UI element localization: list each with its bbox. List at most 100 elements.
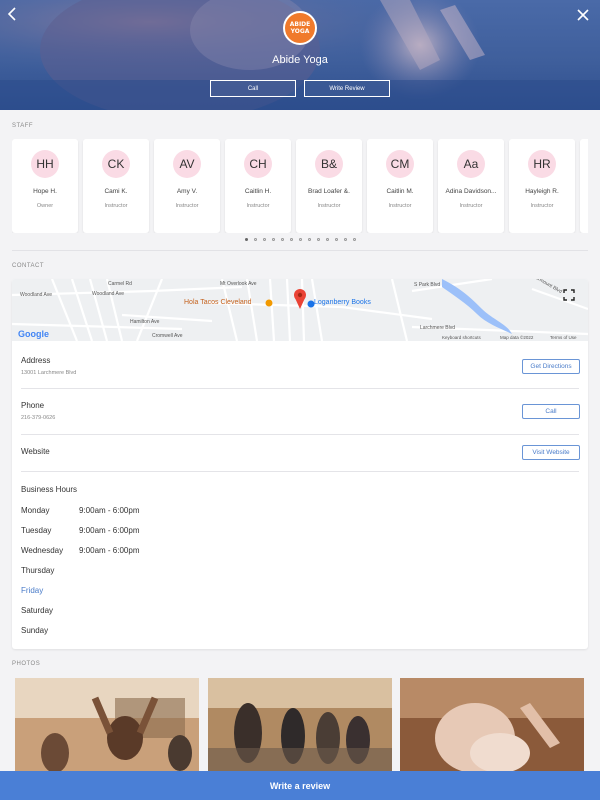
phone-value[interactable]: 216-379-0626: [21, 415, 55, 421]
hours-day: Tuesday: [21, 526, 52, 535]
staff-role: Instructor: [388, 203, 412, 209]
row-divider: [21, 388, 579, 389]
staff-role: Instructor: [246, 203, 270, 209]
staff-role: Instructor: [459, 203, 483, 209]
pagination-dot[interactable]: [244, 238, 248, 241]
staff-card[interactable]: HR Hayleigh R. Instructor: [509, 139, 575, 233]
staff-role: Instructor: [175, 203, 199, 209]
hours-day: Friday: [21, 586, 44, 595]
staff-section-label: STAFF: [12, 123, 34, 129]
staff-name: Amy V.: [176, 188, 198, 195]
staff-name: Hayleigh R.: [525, 188, 559, 195]
avatar: B&: [315, 150, 343, 178]
pagination-dot[interactable]: [253, 238, 257, 241]
staff-carousel[interactable]: HH Hope H. Owner CK Cami K. Instructor AV Amy V…: [12, 139, 588, 233]
hours-day: Sunday: [21, 626, 49, 635]
staff-card[interactable]: Aa Adina Davidson... Instructor: [438, 139, 504, 233]
fullscreen-icon: [563, 289, 575, 301]
staff-role: Instructor: [317, 203, 341, 209]
avatar: CM: [386, 150, 414, 178]
google-logo: Google: [18, 329, 49, 339]
staff-card[interactable]: AV Amy V. Instructor: [154, 139, 220, 233]
staff-card[interactable]: [580, 139, 588, 233]
pagination-dot[interactable]: [307, 238, 311, 241]
staff-card[interactable]: CH Caitlin H. Instructor: [225, 139, 291, 233]
business-hours-row: Wednesday 9:00am - 6:00pm: [21, 546, 139, 555]
hours-time: 9:00am - 6:00pm: [79, 546, 140, 555]
map-keyboard-shortcuts[interactable]: Keyboard shortcuts: [442, 335, 481, 340]
pagination-dot[interactable]: [289, 238, 293, 241]
business-hours-row: Friday: [21, 586, 79, 595]
contact-section-label: CONTACT: [12, 263, 45, 269]
write-a-review-button[interactable]: Write a review: [0, 771, 600, 800]
map-fullscreen-button[interactable]: [562, 289, 576, 303]
map-street-label: Mt Overlook Ave: [220, 281, 257, 287]
get-directions-button[interactable]: Get Directions: [522, 359, 580, 374]
pagination-dot[interactable]: [343, 238, 347, 241]
photo-thumbnail[interactable]: [208, 678, 392, 772]
staff-role: Owner: [36, 203, 54, 209]
close-button[interactable]: [574, 6, 592, 24]
staff-name: Cami K.: [104, 188, 128, 195]
map-poi-loganberry-books[interactable]: Loganberry Books: [314, 299, 371, 306]
map-street-label: Larchmere Blvd: [420, 325, 456, 331]
map-data-attribution: Map data ©2022: [500, 335, 534, 340]
contact-card: Woodland Ave Woodland Ave Carmel Rd Mt O…: [12, 279, 588, 649]
pagination-dot[interactable]: [334, 238, 338, 241]
pagination-dot[interactable]: [280, 238, 284, 241]
yoga-class-photo: [15, 678, 199, 772]
avatar: HR: [528, 150, 556, 178]
row-divider: [21, 434, 579, 435]
pagination-dot[interactable]: [325, 238, 329, 241]
hours-time: 9:00am - 6:00pm: [79, 506, 140, 515]
map-poi-hola-tacos[interactable]: Hola Tacos Cleveland: [184, 299, 252, 306]
business-hours-row: Tuesday 9:00am - 6:00pm: [21, 526, 139, 535]
map-streets: [12, 279, 588, 341]
logo-text-line2: YOGA: [290, 28, 310, 35]
address-value: 13001 Larchmere Blvd: [21, 370, 77, 376]
pagination-dot[interactable]: [271, 238, 275, 241]
yoga-class-photo: [208, 678, 392, 772]
business-hours-title: Business Hours: [21, 485, 78, 494]
map-street-label: Hamilton Ave: [130, 319, 160, 325]
back-button[interactable]: [4, 6, 20, 24]
staff-card[interactable]: HH Hope H. Owner: [12, 139, 78, 233]
address-title: Address: [21, 356, 51, 365]
map-street-label: Woodland Ave: [20, 292, 53, 298]
staff-name: Hope H.: [33, 188, 57, 195]
contact-call-button[interactable]: Call: [522, 404, 580, 419]
phone-title: Phone: [21, 401, 45, 410]
avatar: CH: [244, 150, 272, 178]
business-name: Abide Yoga: [272, 54, 328, 66]
business-hours-row: Thursday: [21, 566, 79, 575]
photo-thumbnail[interactable]: [400, 678, 584, 772]
avatar: CK: [102, 150, 130, 178]
map-street-label: S Park Blvd: [414, 282, 441, 288]
staff-name: Brad Loafer &.: [308, 188, 350, 195]
staff-card[interactable]: B& Brad Loafer &. Instructor: [296, 139, 362, 233]
photo-thumbnail[interactable]: [15, 678, 199, 772]
map-terms-link[interactable]: Terms of Use: [550, 335, 577, 340]
pagination-dot[interactable]: [262, 238, 266, 241]
section-divider: [12, 250, 588, 251]
staff-card[interactable]: CM Caitlin M. Instructor: [367, 139, 433, 233]
staff-role: Instructor: [104, 203, 128, 209]
business-logo: ABIDE YOGA: [283, 11, 317, 45]
pagination-dot[interactable]: [316, 238, 320, 241]
website-title: Website: [21, 447, 50, 456]
staff-name: Caitlin M.: [386, 188, 414, 195]
hours-day: Saturday: [21, 606, 54, 615]
header-call-button[interactable]: Call: [210, 80, 296, 97]
staff-card[interactable]: CK Cami K. Instructor: [83, 139, 149, 233]
photos-section-label: PHOTOS: [12, 661, 41, 667]
chevron-left-icon: [7, 7, 16, 21]
pagination-dot[interactable]: [298, 238, 302, 241]
staff-name: Caitlin H.: [244, 188, 272, 195]
hours-day: Wednesday: [21, 546, 64, 555]
visit-website-button[interactable]: Visit Website: [522, 445, 580, 460]
pagination-dot[interactable]: [352, 238, 356, 241]
staff-pagination: [0, 238, 600, 241]
location-map[interactable]: Woodland Ave Woodland Ave Carmel Rd Mt O…: [12, 279, 588, 341]
header-write-review-button[interactable]: Write Review: [304, 80, 390, 97]
avatar: AV: [173, 150, 201, 178]
